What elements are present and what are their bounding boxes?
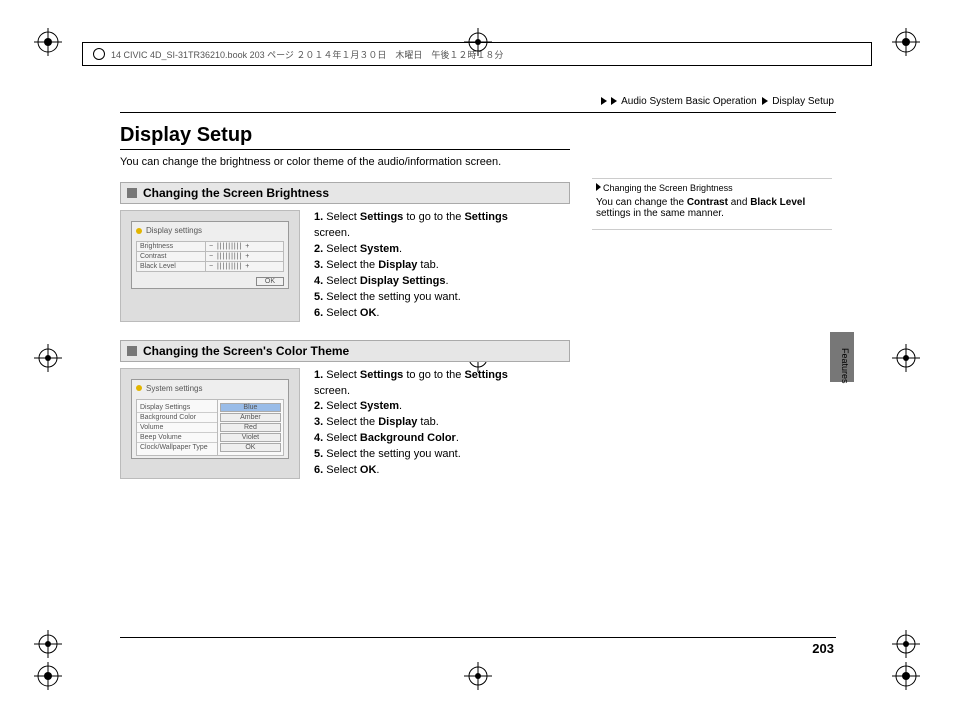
features-label: Features [840, 348, 850, 384]
sidenote-body: You can change the Contrast and Black Le… [596, 197, 828, 219]
dot-icon [136, 228, 142, 234]
chevron-right-icon [596, 183, 601, 191]
thumb-list-item: Display Settings [137, 403, 217, 413]
thumb-option: OK [220, 443, 281, 452]
thumb-option: Blue [220, 403, 281, 412]
crop-mark-icon [892, 630, 920, 658]
file-info-bar: 14 CIVIC 4D_SI-31TR36210.book 203 ページ ２０… [82, 42, 872, 66]
file-info-text: 14 CIVIC 4D_SI-31TR36210.book 203 ページ ２０… [111, 48, 503, 61]
page-dot-icon [93, 48, 105, 60]
crop-mark-icon [892, 344, 920, 372]
crop-mark-icon [892, 662, 920, 690]
page-number: 203 [812, 641, 834, 656]
page-title: Display Setup [120, 124, 570, 147]
crop-mark-icon [34, 662, 62, 690]
thumb-title: System settings [146, 384, 202, 393]
chevron-right-icon [611, 97, 617, 105]
thumb-option: Red [220, 423, 281, 432]
crop-mark-icon [34, 344, 62, 372]
thumb-list-item: Volume [137, 423, 217, 433]
thumb-slider: − ||||||||| + [205, 242, 283, 252]
thumb-ok-button: OK [256, 277, 284, 286]
section-heading-text: Changing the Screen's Color Theme [143, 344, 349, 358]
main-content: Display Setup You can change the brightn… [120, 124, 570, 497]
dot-icon [136, 385, 142, 391]
thumb-slider: − ||||||||| + [205, 252, 283, 262]
thumb-option: Amber [220, 413, 281, 422]
thumb-title: Display settings [146, 226, 202, 235]
title-rule [120, 149, 570, 150]
breadcrumb: Audio System Basic Operation Display Set… [599, 96, 834, 107]
thumb-row-label: Black Level [137, 262, 206, 272]
section-color-heading: Changing the Screen's Color Theme [120, 340, 570, 362]
rule-top [120, 112, 836, 113]
steps-brightness: 1. Select Settings to go to the Settings… [314, 210, 570, 322]
thumb-list-item: Background Color [137, 413, 217, 423]
crop-mark-icon [464, 662, 492, 690]
thumb-option: Violet [220, 433, 281, 442]
breadcrumb-b: Display Setup [772, 96, 834, 107]
thumb-list-item: Clock/Wallpaper Type [137, 443, 217, 452]
crop-mark-icon [34, 630, 62, 658]
chevron-right-icon [601, 97, 607, 105]
thumbnail-display-settings: Display settings Brightness− ||||||||| +… [120, 210, 300, 322]
breadcrumb-a: Audio System Basic Operation [621, 96, 757, 107]
thumb-list-item: Beep Volume [137, 433, 217, 443]
crop-mark-icon [892, 28, 920, 56]
thumb-row-label: Brightness [137, 242, 206, 252]
rule-bottom [120, 637, 836, 638]
thumb-slider: − ||||||||| + [205, 262, 283, 272]
square-bullet-icon [127, 346, 137, 356]
section-brightness-heading: Changing the Screen Brightness [120, 182, 570, 204]
steps-color: 1. Select Settings to go to the Settings… [314, 368, 570, 480]
intro-text: You can change the brightness or color t… [120, 156, 570, 168]
square-bullet-icon [127, 188, 137, 198]
sidenote-heading: Changing the Screen Brightness [596, 183, 828, 193]
sidenote: Changing the Screen Brightness You can c… [592, 178, 832, 230]
crop-mark-icon [34, 28, 62, 56]
chevron-right-icon [762, 97, 768, 105]
section-heading-text: Changing the Screen Brightness [143, 186, 329, 200]
thumbnail-system-settings: System settings Display Settings Backgro… [120, 368, 300, 480]
thumb-row-label: Contrast [137, 252, 206, 262]
